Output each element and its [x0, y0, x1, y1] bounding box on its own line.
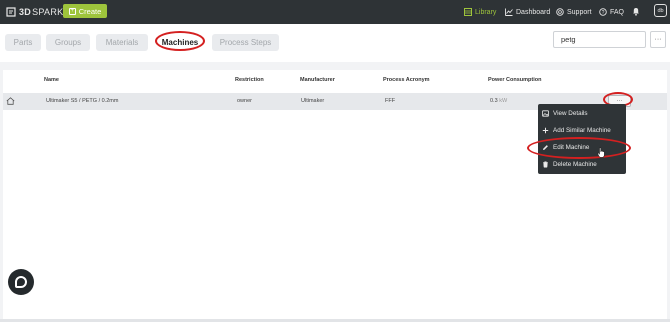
- menu-item-view-details[interactable]: View Details: [538, 105, 626, 122]
- nav-support-label: Support: [567, 8, 592, 16]
- cell-name: Ultimaker S5 / PETG / 0.2mm: [46, 98, 119, 104]
- menu-item-label: Delete Machine: [553, 161, 597, 168]
- nav-dashboard[interactable]: Dashboard: [505, 6, 550, 18]
- search-input[interactable]: [553, 31, 646, 48]
- column-header-name[interactable]: Name: [44, 77, 59, 83]
- app-logo[interactable]: 3D SPARK: [6, 5, 63, 19]
- column-header-manufacturer[interactable]: Manufacturer: [300, 77, 335, 83]
- tab-parts[interactable]: Parts: [5, 34, 41, 51]
- cell-process-acronym: FFF: [385, 98, 396, 104]
- tab-materials[interactable]: Materials: [96, 34, 148, 51]
- logo-text-strong: 3D: [19, 7, 32, 17]
- cell-restriction: owner: [237, 98, 252, 104]
- image-icon: [542, 110, 549, 117]
- plus-icon: [542, 127, 549, 134]
- menu-item-label: Add Similar Machine: [553, 127, 611, 134]
- column-header-process-acronym[interactable]: Process Acronym: [383, 77, 430, 83]
- chat-bubble-icon: [15, 276, 27, 288]
- logo-mark-icon: [6, 7, 16, 17]
- library-icon: [464, 8, 472, 16]
- edit-machine-highlight: [527, 137, 631, 159]
- cell-power-consumption: 0.3 kW: [490, 98, 507, 104]
- logo-text: SPARK: [32, 7, 64, 17]
- hand-cursor-icon: [597, 147, 605, 158]
- cell-manufacturer: Ultimaker: [301, 98, 325, 104]
- column-header-restriction[interactable]: Restriction: [235, 77, 264, 83]
- nav-faq[interactable]: ? FAQ: [599, 6, 624, 18]
- tab-groups[interactable]: Groups: [46, 34, 90, 51]
- support-icon: [556, 8, 564, 16]
- cell-power-value: 0.3: [490, 98, 498, 104]
- tab-process-steps[interactable]: Process Steps: [212, 34, 279, 51]
- create-button-label: Create: [78, 6, 102, 16]
- user-avatar[interactable]: db: [654, 4, 667, 17]
- home-icon: [6, 97, 15, 105]
- question-icon: ?: [599, 8, 607, 16]
- cell-power-unit: kW: [499, 98, 508, 104]
- plus-icon: +: [68, 7, 76, 15]
- chat-launcher-button[interactable]: [8, 269, 34, 295]
- nav-dashboard-label: Dashboard: [516, 8, 551, 16]
- menu-item-label: View Details: [553, 110, 588, 117]
- create-button[interactable]: + Create: [63, 4, 107, 18]
- column-header-power-consumption[interactable]: Power Consumption: [488, 77, 541, 83]
- bell-icon[interactable]: [632, 7, 640, 16]
- top-navbar: 3D SPARK + Create Library Dashboard Supp…: [0, 0, 670, 24]
- nav-faq-label: FAQ: [610, 8, 625, 16]
- svg-text:?: ?: [602, 10, 605, 16]
- dashboard-icon: [505, 8, 513, 16]
- trash-icon: [543, 161, 548, 168]
- nav-support[interactable]: Support: [556, 6, 592, 18]
- nav-library[interactable]: Library: [464, 6, 496, 18]
- nav-library-label: Library: [475, 8, 497, 16]
- machines-tab-highlight: [155, 31, 205, 51]
- toolbar-more-button[interactable]: ···: [650, 31, 666, 48]
